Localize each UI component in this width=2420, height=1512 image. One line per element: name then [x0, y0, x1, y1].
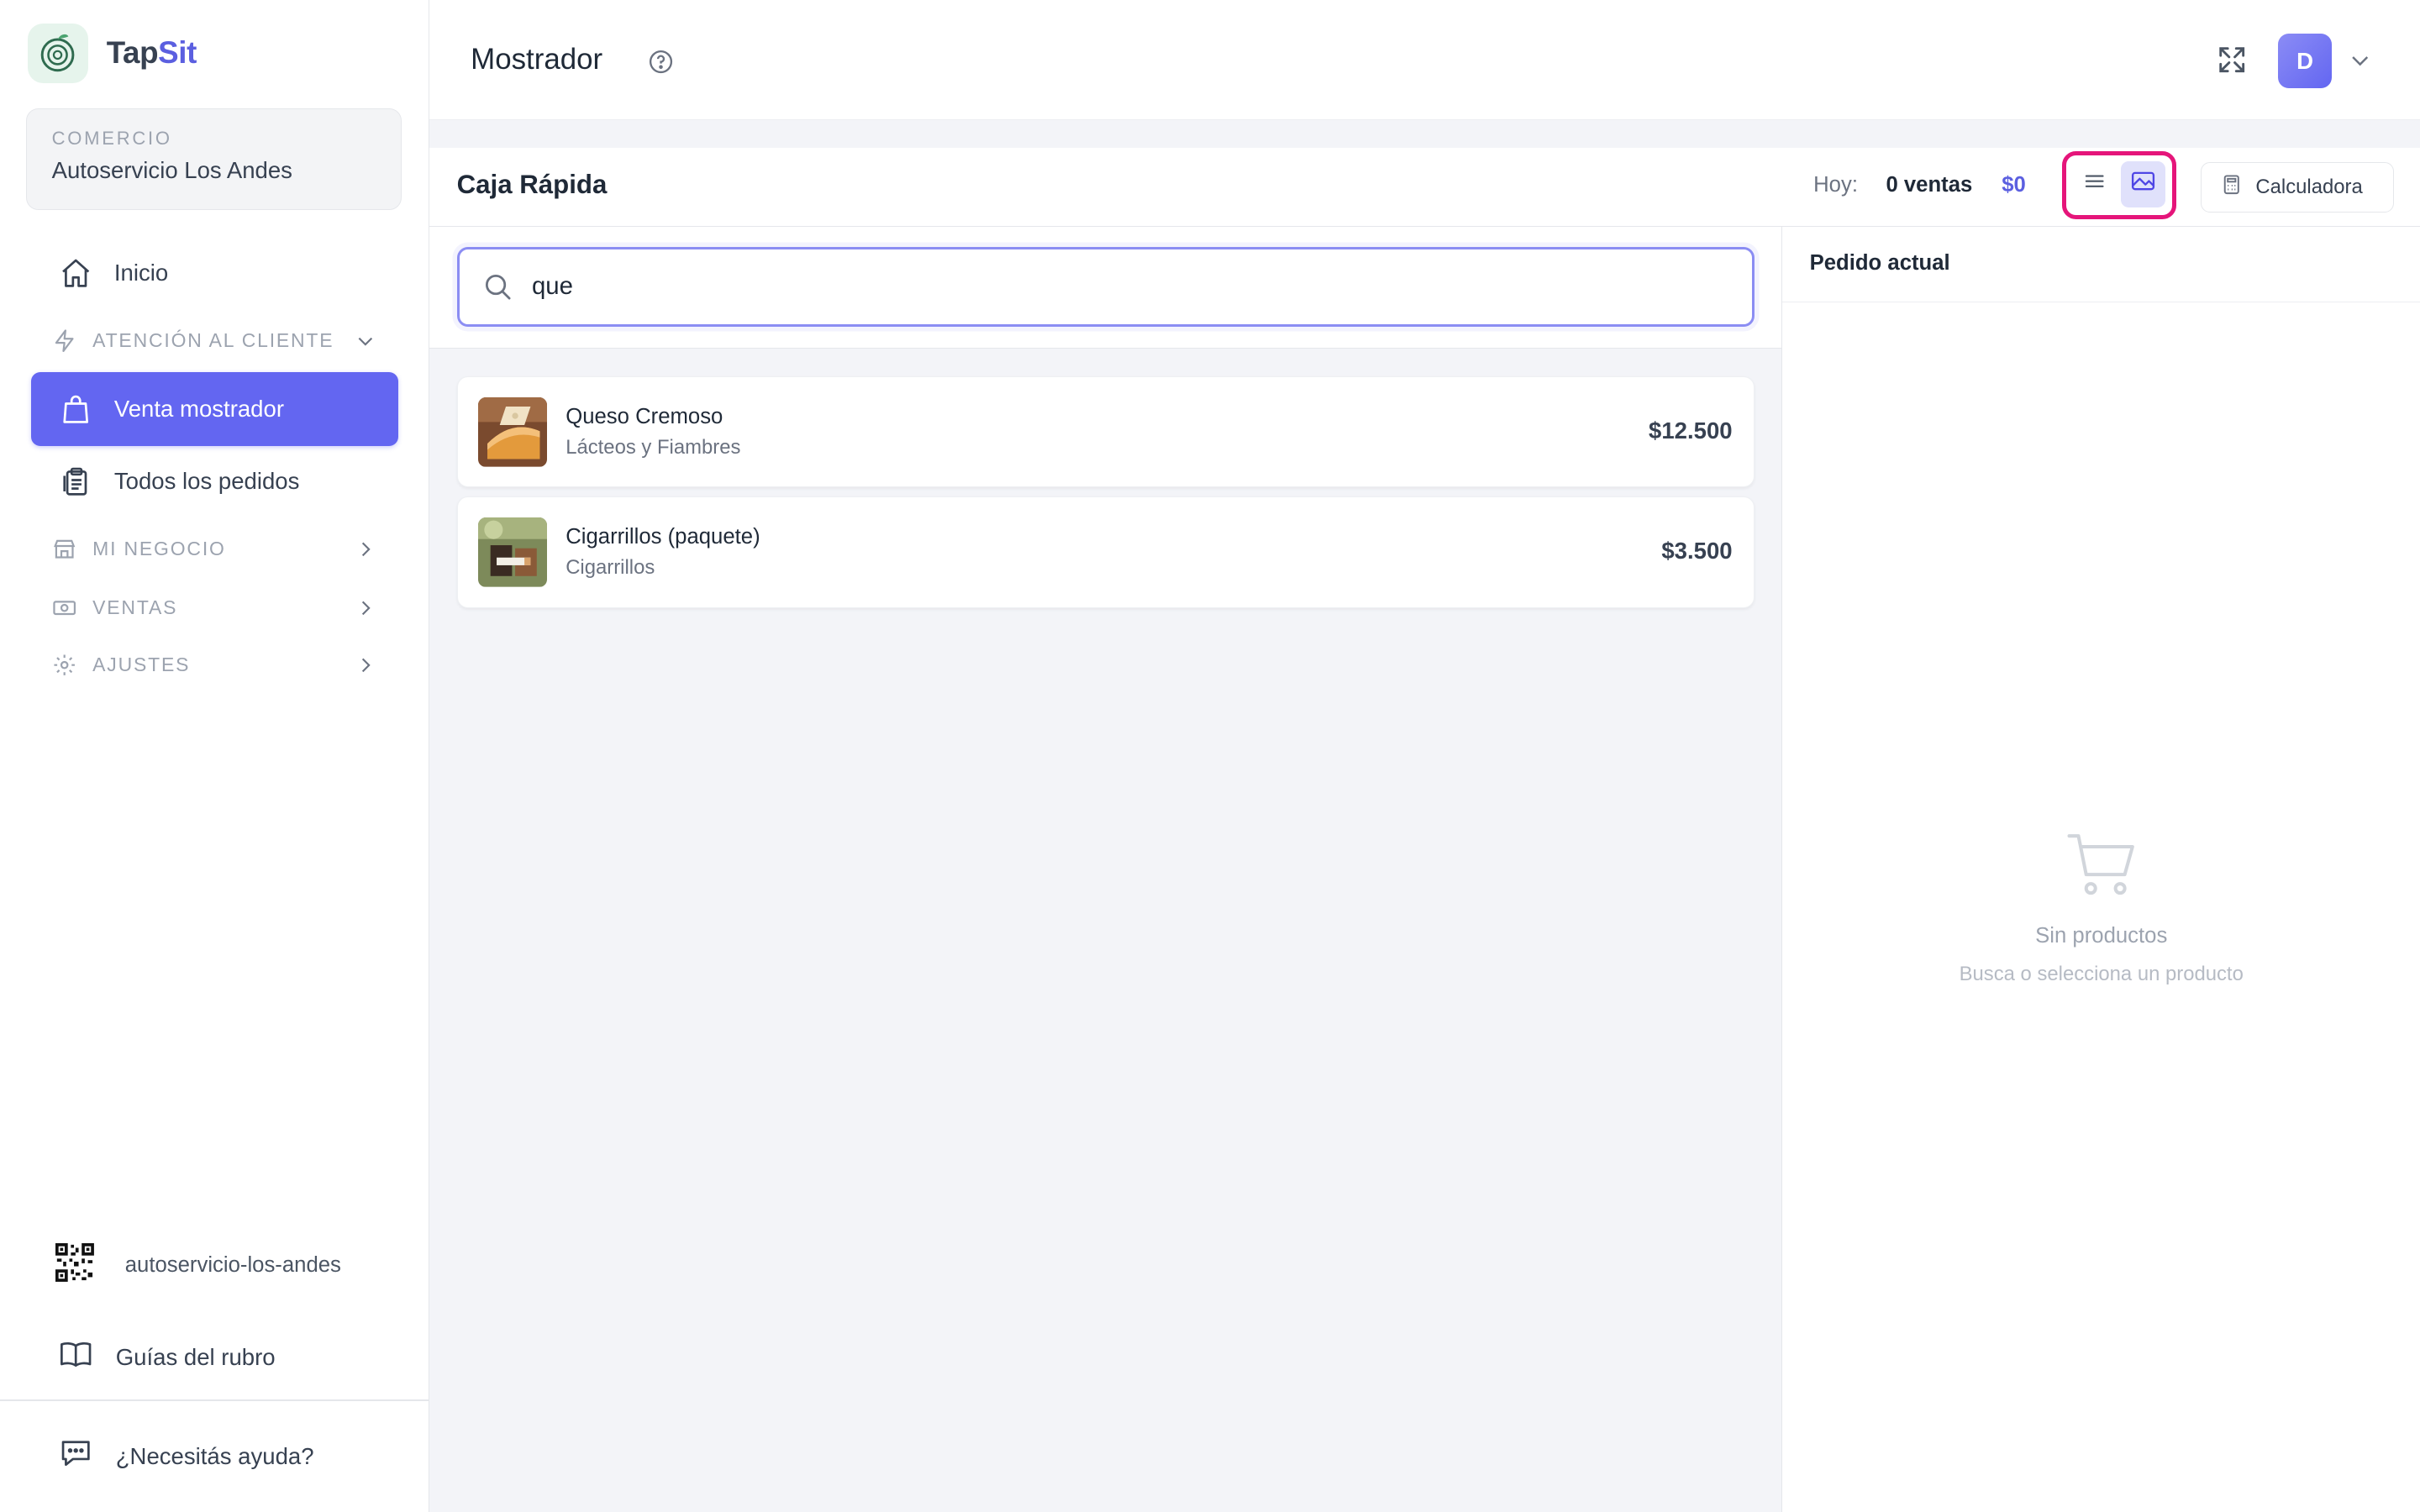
empty-title: Sin productos: [2035, 924, 2168, 948]
chevron-down-icon[interactable]: [2348, 48, 2372, 72]
product-category: Lácteos y Fiambres: [566, 435, 741, 459]
empty-cart-state: Sin productos Busca o selecciona un prod…: [1782, 828, 2420, 985]
app-root: TapSit COMERCIO Autoservicio Los Andes I…: [0, 0, 2420, 1512]
sidebar-item-venta-mostrador[interactable]: Venta mostrador: [30, 371, 398, 446]
commerce-name: Autoservicio Los Andes: [51, 156, 292, 183]
sidebar-section-ajustes[interactable]: AJUSTES: [31, 642, 398, 688]
chevron-down-icon: [355, 330, 376, 352]
commerce-selector[interactable]: COMERCIO Autoservicio Los Andes: [26, 108, 402, 210]
guias-label: Guías del rubro: [115, 1344, 276, 1371]
sidebar-item-inicio[interactable]: Inicio: [31, 236, 398, 310]
qr-slug-link[interactable]: autoservicio-los-andes: [55, 1243, 341, 1288]
calculator-icon: [2220, 173, 2244, 202]
product-card[interactable]: Cigarrillos (paquete) Cigarrillos $3.500: [456, 496, 1755, 608]
brand[interactable]: TapSit: [28, 23, 197, 84]
product-price: $3.500: [1661, 538, 1733, 564]
chevron-right-icon: [355, 597, 376, 619]
help-label: ¿Necesitás ayuda?: [115, 1442, 314, 1469]
sidebar-section-label: MI NEGOCIO: [92, 538, 226, 560]
sidebar-section-mi-negocio[interactable]: MI NEGOCIO: [31, 526, 398, 572]
current-order-panel: Pedido actual Sin productos Busca o sele…: [1781, 226, 2420, 1512]
sidebar-divider: [0, 1399, 429, 1401]
image-view-button[interactable]: [2120, 161, 2166, 208]
chevron-right-icon: [355, 538, 376, 560]
brand-name-suffix: Sit: [158, 35, 197, 71]
pos-toolbar: Caja Rápida Hoy: 0 ventas $0 Calculadora: [429, 148, 2420, 227]
guias-link[interactable]: Guías del rubro: [59, 1337, 276, 1377]
brand-logo-icon: [28, 23, 88, 84]
help-link[interactable]: ¿Necesitás ayuda?: [59, 1436, 314, 1476]
commerce-label: COMERCIO: [51, 127, 172, 149]
calculator-button[interactable]: Calculadora: [2201, 161, 2394, 213]
search-panel: [429, 226, 1781, 349]
sales-total: $0: [2002, 172, 2026, 197]
search-icon: [482, 271, 513, 302]
list-icon: [2082, 169, 2107, 200]
bolt-icon: [52, 328, 76, 353]
qr-code-icon: [55, 1243, 95, 1288]
product-category: Cigarrillos: [566, 556, 655, 580]
main-area: Caja Rápida Hoy: 0 ventas $0 Calculadora…: [429, 120, 2420, 1512]
top-bar: Mostrador D: [429, 0, 2420, 121]
sidebar-item-label: Todos los pedidos: [113, 468, 300, 495]
qr-slug-label: autoservicio-los-andes: [124, 1253, 341, 1278]
cigarettes-icon: [477, 517, 548, 587]
product-name: Queso Cremoso: [566, 405, 723, 429]
sidebar-section-label: VENTAS: [92, 596, 178, 619]
store-icon: [52, 537, 76, 561]
cart-icon: [2065, 828, 2139, 902]
avatar[interactable]: D: [2277, 34, 2333, 88]
list-view-button[interactable]: [2072, 161, 2118, 207]
help-circle-icon[interactable]: [647, 48, 675, 76]
cheese-icon: [477, 397, 548, 467]
toolbar-title: Caja Rápida: [456, 170, 608, 199]
search-input[interactable]: [531, 265, 1705, 308]
calculator-label: Calculadora: [2255, 176, 2363, 199]
view-mode-toggle: [2061, 150, 2176, 219]
product-name: Cigarrillos (paquete): [566, 525, 760, 549]
sidebar: TapSit COMERCIO Autoservicio Los Andes I…: [0, 0, 429, 1512]
today-label: Hoy:: [1813, 172, 1858, 197]
sidebar-section-label: AJUSTES: [92, 654, 191, 676]
shopping-bag-icon: [59, 392, 92, 426]
home-icon: [59, 256, 92, 290]
brand-name-prefix: Tap: [106, 35, 159, 71]
chevron-right-icon: [355, 654, 376, 676]
sidebar-section-ventas[interactable]: VENTAS: [31, 585, 398, 631]
sidebar-item-label: Inicio: [113, 260, 169, 286]
sales-count: 0 ventas: [1886, 172, 1973, 197]
fullscreen-icon[interactable]: [2215, 43, 2249, 76]
chat-bubble-icon: [59, 1436, 92, 1476]
image-icon: [2129, 167, 2157, 202]
sidebar-section-atencion[interactable]: ATENCIÓN AL CLIENTE: [31, 318, 398, 364]
empty-subtitle: Busca o selecciona un producto: [1959, 962, 2244, 985]
cash-icon: [52, 596, 76, 620]
sidebar-item-label: Venta mostrador: [113, 395, 284, 422]
order-title: Pedido actual: [1781, 227, 2420, 302]
sidebar-item-todos-pedidos[interactable]: Todos los pedidos: [31, 444, 398, 518]
brand-name: TapSit: [107, 35, 197, 71]
clipboard-icon: [59, 465, 92, 498]
product-card[interactable]: Queso Cremoso Lácteos y Fiambres $12.500: [456, 376, 1755, 488]
sidebar-section-label: ATENCIÓN AL CLIENTE: [92, 329, 334, 352]
product-price: $12.500: [1649, 417, 1733, 444]
page-title: Mostrador: [471, 43, 603, 76]
gear-icon: [52, 653, 76, 677]
search-box: [456, 246, 1755, 328]
book-icon: [59, 1337, 92, 1377]
